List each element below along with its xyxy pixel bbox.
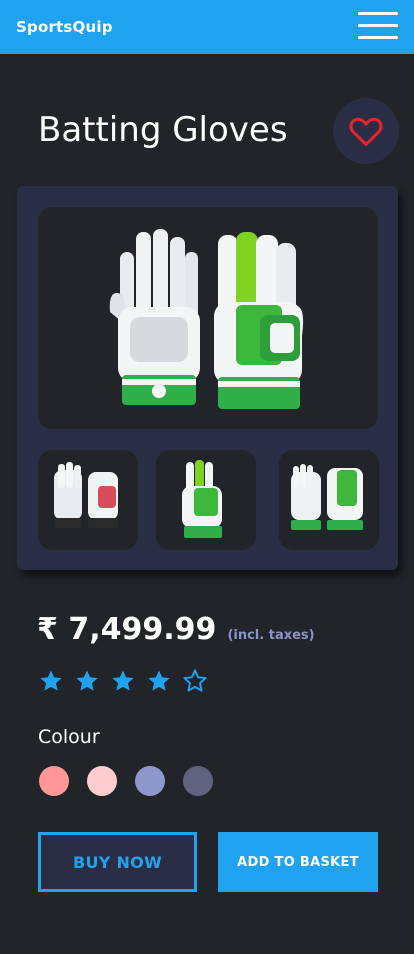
batting-gloves-illustration: [109, 229, 304, 409]
star-filled-icon[interactable]: [74, 668, 100, 694]
product-price: ₹ 7,499.99: [37, 612, 217, 647]
star-outline-icon[interactable]: [182, 668, 208, 694]
thumbnail-image[interactable]: [38, 450, 138, 550]
tax-note: (incl. taxes): [227, 628, 315, 643]
menu-icon-bar: [358, 24, 398, 27]
product-gallery: [17, 186, 398, 570]
heart-icon: [349, 117, 383, 146]
colour-swatch-pink[interactable]: [39, 766, 69, 796]
colour-label: Colour: [38, 726, 100, 748]
product-title: Batting Gloves: [38, 110, 288, 150]
colour-swatch-slate[interactable]: [183, 766, 213, 796]
menu-icon-bar: [358, 12, 398, 15]
favorite-button[interactable]: [333, 98, 399, 164]
batting-gloves-thumbnail: [54, 462, 118, 528]
colour-swatch-lavender[interactable]: [135, 766, 165, 796]
brand-logo[interactable]: SportsQuip: [16, 18, 113, 36]
add-to-basket-button[interactable]: ADD TO BASKET: [218, 832, 378, 892]
thumbnail-image[interactable]: [156, 450, 256, 550]
batting-glove-thumbnail: [182, 460, 222, 538]
batting-gloves-thumbnail: [291, 464, 363, 530]
star-filled-icon[interactable]: [146, 668, 172, 694]
top-bar: SportsQuip: [0, 0, 414, 54]
menu-icon[interactable]: [358, 12, 398, 40]
thumbnail-image[interactable]: [279, 450, 379, 550]
buy-now-button[interactable]: BUY NOW: [38, 832, 197, 892]
colour-swatch-light-pink[interactable]: [87, 766, 117, 796]
menu-icon-bar: [358, 36, 398, 39]
star-filled-icon[interactable]: [110, 668, 136, 694]
main-product-image[interactable]: [38, 207, 378, 429]
star-filled-icon[interactable]: [38, 668, 64, 694]
price-row: ₹ 7,499.99 (incl. taxes): [37, 612, 315, 647]
